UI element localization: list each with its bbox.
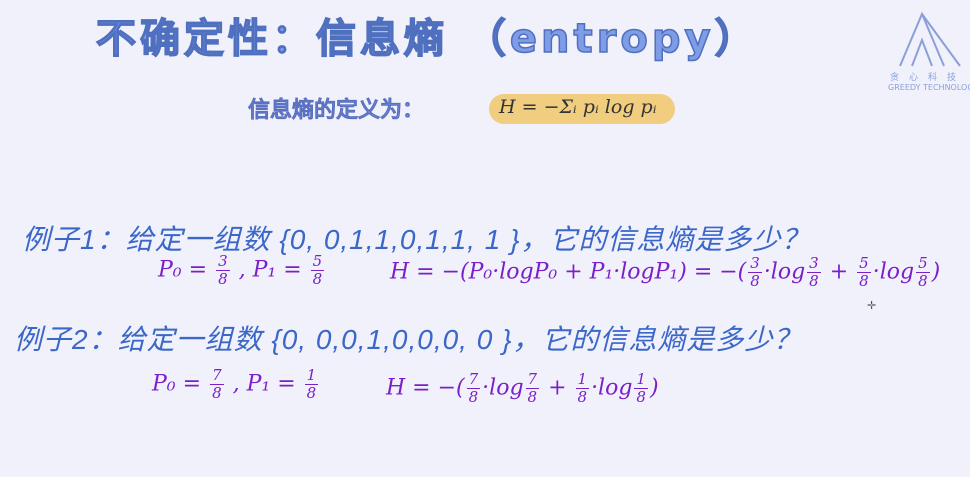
close-paren: ) [649, 375, 659, 401]
term1-coef: 78 [466, 370, 481, 406]
h-expression: H = −( [386, 375, 465, 401]
p0-label: P₀ = [158, 257, 208, 283]
p0-label: P₀ = [152, 371, 202, 397]
term2-coef: 18 [575, 370, 590, 406]
entropy-formula: H = −Σᵢ pᵢ log pᵢ [499, 96, 657, 118]
p1-label: P₁ = [246, 371, 296, 397]
term1-log: ·log [482, 375, 524, 401]
crosshair-cursor-icon: ✛ [867, 299, 877, 312]
definition-label: 信息熵的定义为： [248, 98, 425, 124]
term2-log-arg: 18 [634, 370, 648, 406]
logo-english-text: GREEDY TECHNOLOGY [888, 83, 970, 92]
p0-fraction: 78 [210, 366, 224, 402]
p1-fraction: 18 [304, 366, 319, 402]
p0-fraction: 38 [216, 252, 230, 288]
close-paren: ) [931, 259, 941, 285]
separator: , [232, 371, 240, 397]
term1-log: ·log [763, 259, 806, 285]
term2-log: ·log [872, 259, 915, 285]
separator: , [238, 257, 246, 283]
example-2-question: 例子2：给定一组数 {0, 0,0,1,0,0,0, 0 }，它的信息熵是多少？ [14, 324, 803, 355]
example-2-entropy-expression: H = −(7 8 ·log 7 8 + 1 8 ·log 1 8) [386, 372, 659, 405]
plus-sign: + [548, 375, 567, 401]
term2-coef: 58 [857, 254, 871, 290]
example-1-question: 例子1：给定一组数 {0, 0,1,1,0,1,1, 1 }，它的信息熵是多少？ [22, 224, 811, 255]
example-1-probabilities: P₀ = 38 , P₁ = 58 [158, 254, 326, 287]
example-2-probabilities: P₀ = 78 , P₁ = 18 [152, 368, 320, 401]
term2-log-arg: 58 [916, 254, 930, 290]
term1-log-arg: 78 [525, 370, 540, 406]
plus-sign: + [829, 259, 849, 285]
example-1-entropy-expression: H = −(P₀·logP₀ + P₁·logP₁) = −(3 8 ·log 3 8 … [390, 256, 940, 289]
term1-coef: 38 [748, 254, 762, 290]
slide-title: 不确定性：信息熵 （entropy） [95, 15, 759, 63]
term1-log-arg: 38 [807, 254, 821, 290]
logo-chinese-text: 贪心科技 [890, 73, 967, 83]
h-expression: H = −(P₀·logP₀ + P₁·logP₁) = −( [390, 259, 747, 285]
p1-fraction: 58 [310, 252, 325, 288]
p1-label: P₁ = [252, 257, 302, 283]
term2-log: ·log [591, 375, 633, 401]
